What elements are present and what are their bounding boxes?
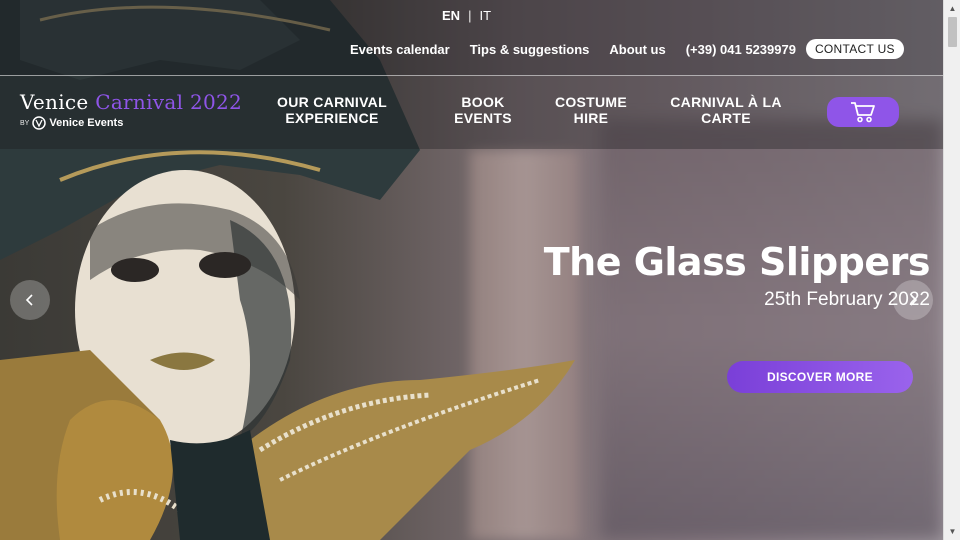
contact-us-button[interactable]: CONTACT US <box>805 39 904 59</box>
language-separator: | <box>468 8 472 23</box>
about-link[interactable]: About us <box>609 42 665 57</box>
language-it-link[interactable]: IT <box>479 8 491 23</box>
language-switcher: EN | IT <box>442 8 491 23</box>
logo-title: Venice Carnival 2022 <box>20 90 242 114</box>
slider-prev-button[interactable] <box>10 280 50 320</box>
logo-brand: Venice Events <box>49 117 124 129</box>
main-nav: Venice Carnival 2022 BY Venice Events OU… <box>0 76 943 149</box>
scroll-up-arrow-icon[interactable]: ▲ <box>944 0 960 17</box>
logo-title-part2: Carnival 2022 <box>95 90 243 114</box>
venice-events-logo-icon <box>32 116 47 130</box>
events-calendar-link[interactable]: Events calendar <box>350 42 450 57</box>
logo-by-text: BY <box>20 119 30 127</box>
page-scrollbar[interactable]: ▲ ▼ <box>943 0 960 540</box>
chevron-left-icon <box>25 294 33 306</box>
top-bar: EN | IT Events calendar Tips & suggestio… <box>0 0 943 76</box>
slider-next-button[interactable] <box>893 280 933 320</box>
logo-byline: BY Venice Events <box>20 116 242 130</box>
scroll-down-arrow-icon[interactable]: ▼ <box>944 523 960 540</box>
slide-title: The Glass Slippers <box>543 240 931 284</box>
nav-costume-hire[interactable]: COSTUME HIRE <box>548 94 634 126</box>
site-logo[interactable]: Venice Carnival 2022 BY Venice Events <box>20 90 242 130</box>
phone-link[interactable]: (+39) 041 5239979 <box>686 42 796 57</box>
cart-button[interactable] <box>827 97 899 127</box>
logo-title-part1: Venice <box>20 90 96 114</box>
scroll-thumb[interactable] <box>948 17 957 47</box>
language-en-link[interactable]: EN <box>442 8 460 23</box>
tips-link[interactable]: Tips & suggestions <box>470 42 590 57</box>
top-links: Events calendar Tips & suggestions About… <box>350 39 924 59</box>
shopping-cart-icon <box>851 102 875 123</box>
chevron-right-icon <box>910 294 918 306</box>
nav-carnival-a-la-carte[interactable]: CARNIVAL À LA CARTE <box>664 94 788 126</box>
nav-carnival-experience[interactable]: OUR CARNIVAL EXPERIENCE <box>272 94 392 126</box>
discover-more-button[interactable]: DISCOVER MORE <box>727 361 913 393</box>
hero-background-wall <box>600 120 943 540</box>
nav-book-events[interactable]: BOOK EVENTS <box>443 94 523 126</box>
